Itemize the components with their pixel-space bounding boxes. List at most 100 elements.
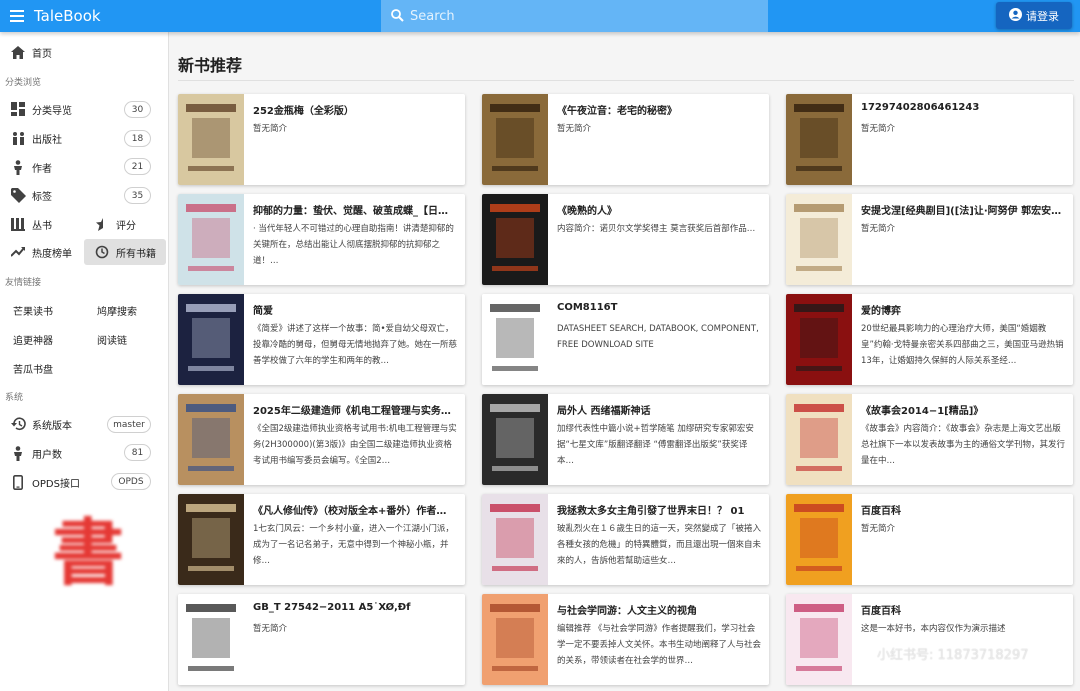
book-title[interactable]: 《午夜泣音：老宅的秘密》: [557, 102, 762, 117]
main-content: 新书推荐 252金瓶梅（全彩版） 暂无简介 《午夜泣音：老宅的秘密》 暂无简介 1729…: [170, 32, 1080, 691]
page-title: 新书推荐: [178, 56, 243, 75]
book-title[interactable]: 2025年二级建造师《机电工程管理与实务…: [253, 402, 458, 417]
book-title[interactable]: 爱的博弈: [861, 302, 1066, 317]
book-card[interactable]: 《午夜泣音：老宅的秘密》暂无简介: [482, 94, 769, 185]
book-title[interactable]: COM8116T: [557, 302, 762, 313]
book-card[interactable]: 《故事会2014−1[精品]》 《故事会》内容简介：《故事会》杂志是上海文艺出版总…: [786, 394, 1073, 485]
book-description: 编辑推荐 《与社会学同游》作者提醒我们，学习社会学一定不要丢掉人文关怀。本书生动…: [557, 624, 762, 666]
book-card[interactable]: 17297402806461243 暂无简介: [786, 94, 1073, 185]
book-cover[interactable]: [178, 494, 244, 585]
app-bar: TaleBook Search 请登录: [0, 0, 1080, 32]
book-card[interactable]: GB_T 27542−2011 Â5˙XØ,Ðf 暂无简介: [178, 594, 465, 685]
publisher-icon: [9, 129, 27, 147]
book-description: 《简爱》讲述了这样一个故事：简•爱自幼父母双亡，投靠冷酷的舅母，但舅母无情地抛弃…: [253, 324, 458, 366]
book-cover[interactable]: [178, 94, 244, 185]
link-item[interactable]: 追更神器: [13, 332, 53, 347]
menu-icon[interactable]: [4, 0, 30, 32]
app-title[interactable]: TaleBook: [34, 7, 380, 25]
book-card[interactable]: COM8116T DATASHEET SEARCH, DATABOOK, COMP…: [482, 294, 769, 385]
star-half-icon: [93, 215, 111, 233]
dashboard-icon: [9, 100, 27, 118]
book-title[interactable]: 与社会学同游：人文主义的视角: [557, 602, 762, 617]
book-card[interactable]: 局外人 西绪福斯神话加缪代表性中篇小说+哲学随笔 加缪研究专家郭宏安据“七星文库…: [482, 394, 769, 485]
book-cover[interactable]: [482, 194, 548, 285]
book-title[interactable]: 《故事会2014−1[精品]》: [861, 402, 1066, 417]
sidebar-item-label: 出版社: [32, 134, 62, 146]
sidebar-item-label: 系统版本: [32, 420, 72, 432]
book-description: 暂无简介: [557, 124, 592, 134]
book-card[interactable]: 百度百科这是一本好书，本内容仅作为演示描述: [786, 594, 1073, 685]
phone-icon: [9, 473, 27, 491]
book-card[interactable]: 简爱《简爱》讲述了这样一个故事：简•爱自幼父母双亡，投靠冷酷的舅母，但舅母无情地…: [178, 294, 465, 385]
login-label: 请登录: [1026, 9, 1059, 23]
book-card[interactable]: 《凡人修仙传》（校对版全本+番外）作者… 1七玄门风云：一个乡村小童，进入一个江湖…: [178, 494, 465, 585]
book-card[interactable]: 我拯救太多女主角引發了世界末日！？ 01 玻亂烈火在１６歲生日的這一天，突然變成了…: [482, 494, 769, 585]
book-description: 这是一本好书，本内容仅作为演示描述: [861, 624, 1006, 634]
book-card[interactable]: 百度百科 暂无简介: [786, 494, 1073, 585]
link-item[interactable]: 鸠摩搜索: [97, 303, 137, 318]
sidebar-item-label: OPDS接口: [32, 478, 80, 490]
book-card[interactable]: 安提戈涅[经典剧目]([法]让·阿努伊 郭宏安… 暂无简介: [786, 194, 1073, 285]
book-description: 暂无简介: [861, 124, 896, 134]
book-title[interactable]: 简爱: [253, 302, 458, 317]
opds-badge: OPDS: [111, 473, 151, 490]
book-description: 《全国2级建造师执业资格考试用书:机电工程管理与实务(2H300000)(第3版…: [253, 424, 457, 466]
library-icon: [9, 215, 27, 233]
book-cover[interactable]: [786, 494, 852, 585]
link-item[interactable]: 苦瓜书盘: [13, 361, 53, 376]
book-cover[interactable]: [482, 394, 548, 485]
book-title[interactable]: 安提戈涅[经典剧目]([法]让·阿努伊 郭宏安…: [861, 202, 1066, 217]
book-cover[interactable]: [178, 294, 244, 385]
sidebar-item-label: 作者: [32, 163, 52, 175]
book-title[interactable]: 百度百科: [861, 602, 1066, 617]
book-title[interactable]: 17297402806461243: [861, 102, 1066, 113]
book-description: DATASHEET SEARCH, DATABOOK, COMPONENT, F…: [557, 324, 759, 350]
book-description: 暂无简介: [253, 624, 288, 634]
count-badge: 18: [124, 130, 151, 147]
book-title[interactable]: 局外人 西绪福斯神话: [557, 402, 762, 417]
sidebar-item-hot[interactable]: 热度榜单: [0, 239, 84, 265]
book-title[interactable]: GB_T 27542−2011 Â5˙XØ,Ðf: [253, 602, 458, 613]
sidebar-item-series[interactable]: 丛书: [0, 211, 84, 237]
book-card[interactable]: 2025年二级建造师《机电工程管理与实务… 《全国2级建造师执业资格考试用书:机电…: [178, 394, 465, 485]
search-bar[interactable]: Search: [381, 0, 768, 32]
book-card[interactable]: 爱的博弈 20世纪最具影响力的心理治疗大师，美国“婚姻教皇”约翰·戈特曼亲密关系四…: [786, 294, 1073, 385]
book-title[interactable]: 252金瓶梅（全彩版）: [253, 102, 458, 117]
sidebar-item-label: 所有书籍: [116, 248, 156, 260]
book-description: 加缪代表性中篇小说+哲学随笔 加缪研究专家郭宏安据“七星文库”版翻译翻译 “傅雷…: [557, 424, 754, 466]
book-cover[interactable]: [786, 94, 852, 185]
book-cover[interactable]: [482, 494, 548, 585]
book-card[interactable]: 《晚熟的人》 内容简介：诺贝尔文学奖得主 莫言获奖后首部作品…: [482, 194, 769, 285]
sidebar-item-label: 标签: [32, 191, 52, 203]
book-title[interactable]: 百度百科: [861, 502, 1066, 517]
link-item[interactable]: 芒果读书: [13, 303, 53, 318]
book-card[interactable]: 抑郁的力量：蛰伏、觉醒、破茧成蝶_【日… · 当代年轻人不可错过的心理自助指南！讲…: [178, 194, 465, 285]
book-cover[interactable]: [482, 294, 548, 385]
sidebar-item-label: 首页: [32, 48, 52, 60]
book-cover[interactable]: [482, 94, 548, 185]
search-input[interactable]: Search: [410, 9, 455, 24]
login-button[interactable]: 请登录: [996, 2, 1072, 29]
book-title[interactable]: 抑郁的力量：蛰伏、觉醒、破茧成蝶_【日…: [253, 202, 458, 217]
book-title[interactable]: 《凡人修仙传》（校对版全本+番外）作者…: [253, 502, 458, 517]
book-title[interactable]: 《晚熟的人》: [557, 202, 762, 217]
search-icon: [391, 7, 404, 26]
book-cover[interactable]: [786, 394, 852, 485]
book-cover[interactable]: [482, 594, 548, 685]
link-item[interactable]: 阅读链: [97, 332, 127, 347]
sidebar-item-rating[interactable]: 评分: [84, 211, 169, 237]
book-cover[interactable]: [786, 294, 852, 385]
sidebar-item-home[interactable]: 首页: [0, 39, 169, 65]
sidebar-item-all-books[interactable]: 所有书籍: [84, 239, 166, 265]
site-logo: 書: [52, 510, 125, 595]
book-cover[interactable]: [178, 394, 244, 485]
book-cover[interactable]: [178, 194, 244, 285]
book-cover[interactable]: [786, 194, 852, 285]
count-badge: 81: [124, 444, 151, 461]
book-cover[interactable]: [178, 594, 244, 685]
book-cover[interactable]: [786, 594, 852, 685]
sidebar-item-label: 热度榜单: [32, 248, 72, 260]
book-title[interactable]: 我拯救太多女主角引發了世界末日！？ 01: [557, 502, 762, 517]
book-card[interactable]: 252金瓶梅（全彩版） 暂无简介: [178, 94, 465, 185]
book-card[interactable]: 与社会学同游：人文主义的视角编辑推荐 《与社会学同游》作者提醒我们，学习社会学一…: [482, 594, 769, 685]
